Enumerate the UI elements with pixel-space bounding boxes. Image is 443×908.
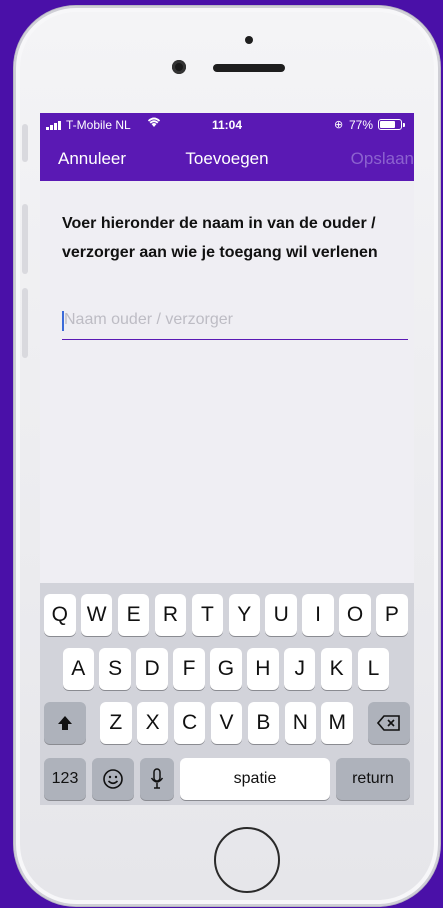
key-l[interactable]: L	[357, 648, 390, 690]
key-d[interactable]: D	[136, 648, 168, 690]
keyboard-row-2: ASDFGHJKL	[40, 648, 414, 690]
navigation-bar: Annuleer Toevoegen Opslaan	[40, 137, 414, 181]
numbers-key[interactable]: 123	[44, 758, 86, 800]
backspace-key[interactable]	[368, 702, 410, 744]
key-w[interactable]: W	[80, 594, 113, 636]
front-camera	[172, 60, 186, 74]
battery-percent: 77%	[349, 118, 374, 132]
space-key[interactable]: spatie	[180, 758, 330, 800]
return-key[interactable]: return	[336, 758, 410, 800]
key-b[interactable]: B	[247, 702, 280, 744]
key-c[interactable]: C	[173, 702, 206, 744]
mute-switch	[22, 124, 28, 162]
keyboard-row-4: 123 spatie return	[40, 758, 414, 800]
name-field-container	[62, 303, 408, 341]
key-m[interactable]: M	[321, 702, 353, 744]
key-i[interactable]: I	[302, 594, 334, 636]
instruction-line-1: Voer hieronder de naam in van de ouder /	[62, 215, 376, 232]
key-h[interactable]: H	[247, 648, 279, 690]
save-button[interactable]: Opslaan	[351, 149, 414, 169]
key-n[interactable]: N	[284, 702, 317, 744]
shift-key[interactable]	[44, 702, 86, 744]
proximity-sensor	[245, 36, 253, 44]
rotation-lock-icon: ⊕	[334, 119, 344, 131]
screen: T-Mobile NL 11:04 ⊕ 77% Annuleer Toevoeg…	[40, 113, 414, 805]
instruction-text: Voer hieronder de naam in van de ouder /…	[62, 209, 407, 267]
instruction-line-2: verzorger aan wie je toegang wil verlene…	[62, 244, 378, 261]
key-r[interactable]: R	[154, 594, 187, 636]
volume-down-button	[22, 288, 28, 358]
home-button[interactable]	[214, 827, 280, 893]
key-f[interactable]: F	[173, 648, 205, 690]
parent-name-input[interactable]	[62, 303, 408, 337]
key-y[interactable]: Y	[228, 594, 261, 636]
volume-up-button	[22, 204, 28, 274]
key-t[interactable]: T	[191, 594, 224, 636]
key-x[interactable]: X	[136, 702, 169, 744]
key-a[interactable]: A	[62, 648, 95, 690]
key-k[interactable]: K	[320, 648, 353, 690]
status-bar: T-Mobile NL 11:04 ⊕ 77%	[40, 113, 414, 137]
earpiece-speaker	[213, 64, 285, 72]
key-e[interactable]: E	[117, 594, 150, 636]
key-v[interactable]: V	[210, 702, 243, 744]
keyboard-row-1: QWERTYUIOP	[40, 594, 414, 636]
key-s[interactable]: S	[99, 648, 131, 690]
key-o[interactable]: O	[339, 594, 371, 636]
key-g[interactable]: G	[210, 648, 242, 690]
keyboard-row-3: ZXCVBNM	[40, 702, 414, 744]
keyboard: QWERTYUIOP ASDFGHJKL ZXCVBNM 123 spatie …	[40, 583, 414, 805]
key-q[interactable]: Q	[44, 594, 76, 636]
key-u[interactable]: U	[265, 594, 297, 636]
input-underline	[62, 339, 408, 340]
emoji-icon[interactable]	[92, 758, 134, 800]
battery-icon	[378, 119, 405, 130]
microphone-icon[interactable]	[140, 758, 174, 800]
key-p[interactable]: P	[376, 594, 408, 636]
text-cursor	[62, 311, 64, 331]
key-j[interactable]: J	[283, 648, 316, 690]
key-z[interactable]: Z	[100, 702, 132, 744]
